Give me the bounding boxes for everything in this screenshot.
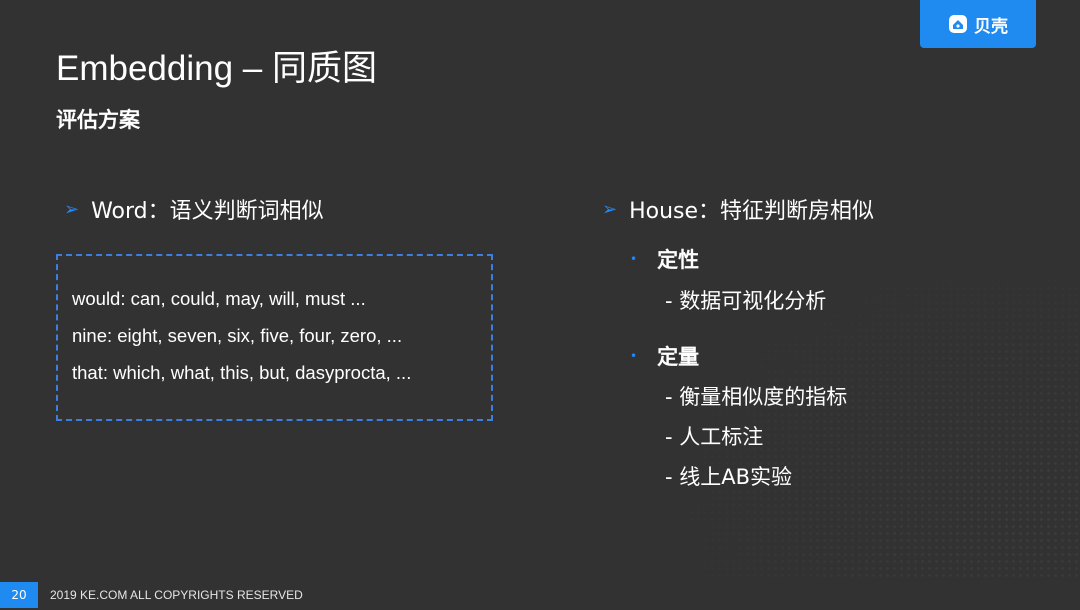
- page-number: 20: [0, 582, 38, 608]
- word-section-heading: ➢ Word：语义判断词相似: [64, 193, 324, 225]
- word-heading-text: Word：语义判断词相似: [91, 199, 324, 224]
- house-heading-text: House：特征判断房相似: [629, 199, 875, 224]
- word-example-line: nine: eight, seven, six, five, four, zer…: [72, 325, 403, 346]
- slide-footer: 20 2019 KE.COM ALL COPYRIGHTS RESERVED: [0, 580, 1080, 610]
- slide-title: Embedding – 同质图: [56, 49, 377, 88]
- quantitative-item: - 线上AB实验: [665, 465, 793, 489]
- dot-bullet-icon: •: [630, 349, 638, 363]
- shell-logo-icon: [949, 15, 967, 33]
- house-section-heading: ➢ House：特征判断房相似: [602, 193, 874, 225]
- arrow-bullet-icon: ➢: [64, 198, 80, 220]
- quantitative-item: - 衡量相似度的指标: [665, 385, 848, 409]
- copyright-text: 2019 KE.COM ALL COPYRIGHTS RESERVED: [50, 588, 303, 602]
- quantitative-label: 定量: [657, 345, 700, 369]
- slide-subtitle: 评估方案: [56, 108, 140, 132]
- word-example-line: that: which, what, this, but, dasyprocta…: [72, 362, 412, 383]
- qualitative-item: - 数据可视化分析: [665, 289, 827, 313]
- word-example-line: would: can, could, may, will, must ...: [72, 288, 366, 309]
- brand-logo: 贝壳: [920, 0, 1036, 48]
- quantitative-bullet: • 定量: [630, 341, 699, 371]
- logo-text: 贝壳: [974, 16, 1008, 37]
- word-examples-box: would: can, could, may, will, must ... n…: [56, 254, 493, 421]
- quantitative-item: - 人工标注: [665, 425, 764, 449]
- arrow-bullet-icon: ➢: [602, 198, 618, 220]
- qualitative-bullet: • 定性: [630, 244, 699, 274]
- dot-bullet-icon: •: [630, 252, 638, 266]
- qualitative-label: 定性: [657, 248, 700, 272]
